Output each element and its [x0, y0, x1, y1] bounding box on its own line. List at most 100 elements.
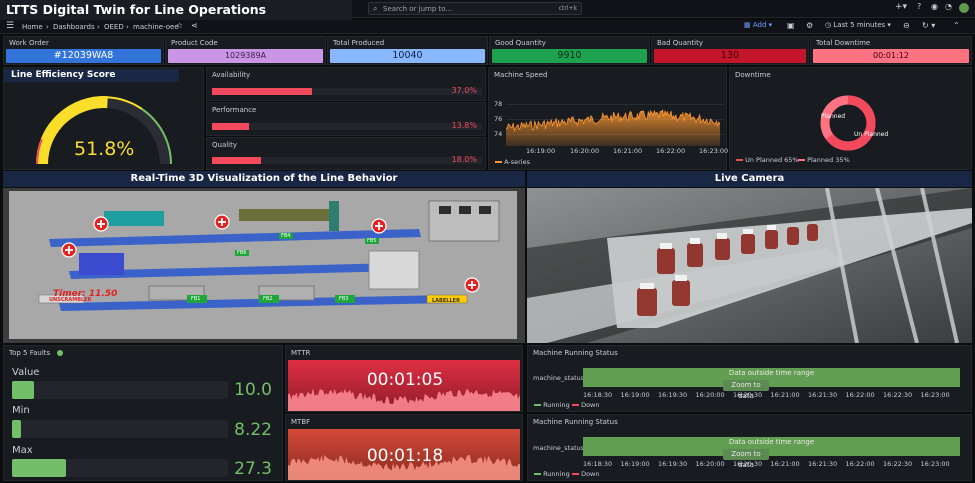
x-tick: 16:23:00: [920, 391, 950, 399]
breadcrumb-oeed[interactable]: OEED: [104, 23, 124, 31]
vis-label-fb1: FB1: [191, 296, 201, 302]
x-tick: 16:19:30: [658, 460, 688, 468]
legend-running[interactable]: Running: [534, 470, 570, 478]
y-tick: 74: [494, 130, 503, 138]
status-series-label: machine_status: [533, 374, 585, 382]
running-status-panel-2: Machine Running Status machine_status Da…: [527, 414, 972, 481]
vis-label-fb3: FB3: [339, 296, 349, 302]
x-tick: 16:22:00: [845, 460, 875, 468]
title-banner: LTTS Digital Twin for Line Operations: [0, 0, 352, 20]
legend-down[interactable]: Down: [572, 401, 600, 409]
x-tick: 16:18:30: [583, 460, 613, 468]
mttr-value: 00:01:05: [366, 370, 444, 390]
stat-value: 130: [654, 49, 806, 63]
camera-feed[interactable]: [527, 188, 972, 343]
machine-speed-chart: [506, 109, 720, 146]
legend-planned[interactable]: Planned 35%: [798, 156, 850, 164]
search-input[interactable]: ⌕ Search or jump to... ctrl+k: [368, 2, 582, 15]
stat-label: Total Downtime: [816, 39, 871, 47]
fault-bar-max: [12, 459, 228, 477]
x-tick: 16:20:30: [733, 391, 763, 399]
news-icon[interactable]: ◔: [945, 2, 952, 11]
fault-label-min: Min: [12, 405, 30, 416]
faults-panel: Top 5 Faults Value 10.0 Min 8.22 Max 27.…: [3, 345, 283, 481]
zoom-to-data-button[interactable]: Zoom to data: [723, 380, 769, 400]
efficiency-title: Line Efficiency Score: [4, 69, 179, 82]
visualization-view[interactable]: Timer: 11.50 UNSCRAMBLER LABELLER FB1 FB…: [3, 188, 525, 343]
fault-label-value: Value: [12, 367, 40, 378]
stat-value: 10040: [330, 49, 485, 63]
donut-label-unplanned: Un Planned: [854, 131, 889, 138]
legend-unplanned[interactable]: Un Planned 65%: [736, 156, 799, 164]
stat-label: Bad Quantity: [657, 39, 704, 47]
x-tick: 16:19:00: [620, 391, 650, 399]
camera-image: [527, 188, 972, 343]
x-tick: 16:21:30: [808, 460, 838, 468]
x-tick: 16:21:00: [770, 391, 800, 399]
fault-label-max: Max: [12, 445, 33, 456]
mtbf-value: 00:01:18: [366, 446, 444, 466]
add-button[interactable]: ▦ Add ▾: [744, 21, 774, 32]
stat-product-code: Product Code 1029389A: [165, 36, 326, 65]
x-tick: 16:21:30: [808, 391, 838, 399]
downtime-donut: [820, 95, 876, 151]
zoom-to-data-button[interactable]: Zoom to data: [723, 449, 769, 469]
vis-label-fb5: FB5: [365, 238, 379, 244]
avatar[interactable]: [959, 3, 969, 13]
downtime-panel: Downtime Planned Un Planned Un Planned 6…: [729, 67, 972, 170]
efficiency-panel: Line Efficiency Score 51.8%: [3, 67, 204, 170]
dashboard-title: LTTS Digital Twin for Line Operations: [6, 2, 267, 17]
legend-a-series[interactable]: A-series: [495, 158, 530, 166]
help-icon[interactable]: ?: [917, 2, 921, 11]
stat-label: Product Code: [171, 39, 218, 47]
vis-label-fb6: FB6: [235, 250, 249, 256]
x-tick: 16:19:30: [658, 391, 688, 399]
status-series-label: machine_status: [533, 444, 585, 452]
fault-value-min: 8.22: [234, 420, 272, 440]
x-tick: 16:23:00: [920, 460, 950, 468]
plus-icon[interactable]: +▾: [895, 2, 907, 12]
x-tick: 16:19:00: [526, 147, 556, 155]
stat-value: #12039WA8: [6, 49, 161, 63]
vis-label-unscrambler: UNSCRAMBLER: [49, 297, 92, 303]
share-icon[interactable]: ⋖: [191, 21, 198, 30]
menu-icon[interactable]: ☰: [6, 21, 14, 31]
legend-down[interactable]: Down: [572, 470, 600, 478]
refresh-icon[interactable]: ↻ ▾: [922, 21, 935, 30]
breadcrumb-home[interactable]: Home: [22, 23, 43, 31]
availability-bar: [212, 88, 482, 95]
availability-panel: Availability 37.0%: [206, 67, 486, 101]
running-status-panel-1: Machine Running Status machine_status Da…: [527, 345, 972, 412]
x-tick: 16:21:00: [770, 460, 800, 468]
status-x-axis: 16:18:30 16:19:00 16:19:30 16:20:00 16:20:30…: [583, 460, 968, 469]
save-icon[interactable]: ▣: [787, 21, 795, 30]
zoom-out-icon[interactable]: ⊖: [903, 21, 910, 30]
vis-label-fb4: FB4: [279, 233, 293, 239]
search-icon: ⌕: [373, 4, 378, 13]
stat-value: 1029389A: [168, 49, 323, 63]
x-tick: 16:22:30: [883, 391, 913, 399]
legend-running[interactable]: Running: [534, 401, 570, 409]
time-range-picker[interactable]: ◷ Last 5 minutes ▾: [825, 21, 895, 32]
status-overlay-text: Data outside time range: [728, 369, 815, 377]
rss-icon[interactable]: ◉: [931, 2, 938, 11]
x-tick: 16:22:00: [845, 391, 875, 399]
star-icon[interactable]: ☆: [176, 21, 183, 30]
x-tick: 16:20:00: [570, 147, 600, 155]
machine-speed-panel: Machine Speed 78 76 74 16:19:00 16:20:00…: [488, 67, 729, 170]
x-tick: 16:23:00: [699, 147, 729, 155]
performance-value: 13.8%: [451, 121, 477, 130]
breadcrumb-machine-oee[interactable]: machine-oee: [133, 23, 179, 31]
x-tick: 16:20:30: [733, 460, 763, 468]
vis-label-fb2: FB2: [263, 296, 273, 302]
y-tick: 78: [494, 100, 503, 108]
info-dot-icon: [57, 350, 63, 356]
stat-label: Work Order: [9, 39, 49, 47]
performance-bar: [212, 123, 482, 130]
x-tick: 16:21:00: [613, 147, 643, 155]
gear-icon[interactable]: ⚙: [806, 21, 813, 30]
vis-label-labeller: LABELLER: [432, 298, 460, 304]
stat-label: Total Produced: [333, 39, 385, 47]
breadcrumb-dashboards[interactable]: Dashboards: [53, 23, 95, 31]
collapse-icon[interactable]: ⌃: [953, 21, 960, 30]
